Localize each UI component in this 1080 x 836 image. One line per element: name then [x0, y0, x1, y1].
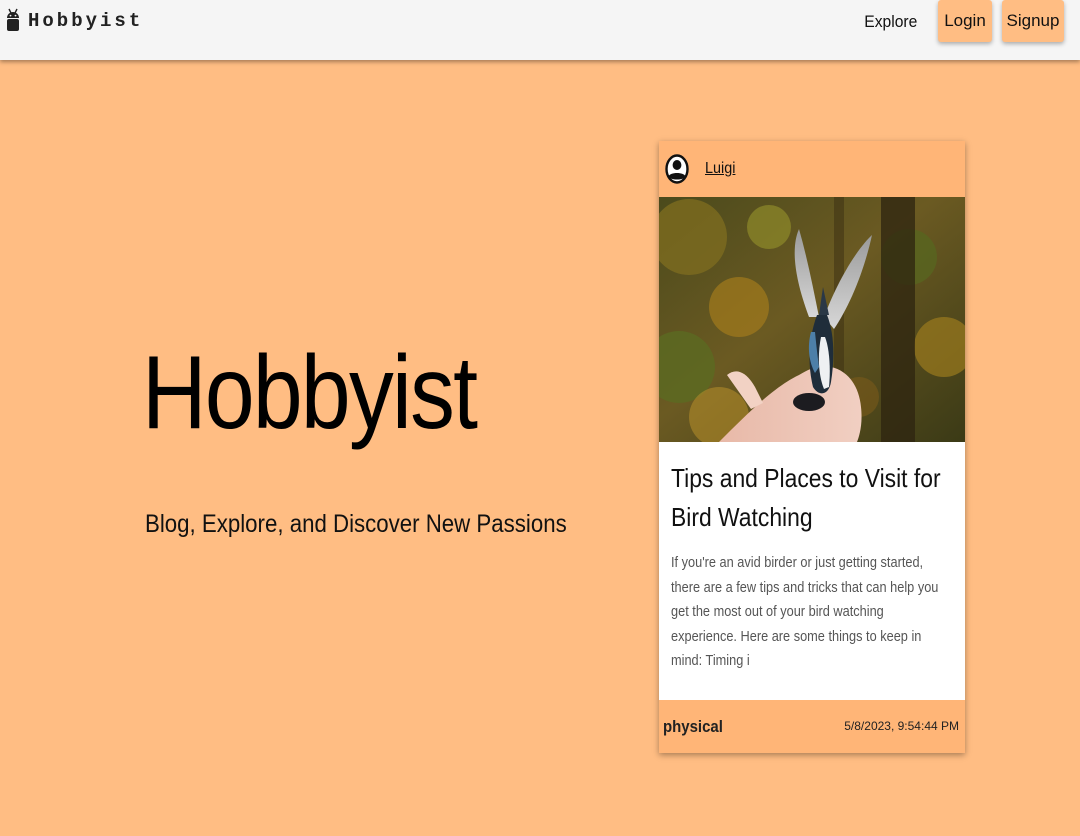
hero-subtitle: Blog, Explore, and Discover New Passions: [145, 510, 567, 538]
brand-name: Hobbyist: [28, 10, 144, 32]
explore-link[interactable]: Explore: [859, 12, 923, 32]
user-circle-icon: [665, 154, 689, 184]
post-date: 5/8/2023, 9:54:44 PM: [844, 719, 959, 733]
brand-link[interactable]: Hobbyist: [6, 6, 143, 36]
hero-title: Hobbyist: [142, 335, 478, 451]
signup-button[interactable]: Signup: [1002, 0, 1064, 42]
author-link[interactable]: Luigi: [705, 160, 735, 178]
card-footer: physical 5/8/2023, 9:54:44 PM: [659, 700, 965, 753]
login-button[interactable]: Login: [938, 0, 992, 42]
navbar: Hobbyist Explore Login Signup: [0, 0, 1080, 60]
nav-links: Explore Login Signup: [856, 0, 1064, 44]
post-excerpt: If you're an avid birder or just getting…: [671, 555, 939, 669]
post-image[interactable]: [659, 197, 965, 442]
post-title[interactable]: Tips and Places to Visit for Bird Watchi…: [671, 459, 953, 537]
blog-post-card[interactable]: Luigi Tips and Places to Visit for Bird …: [659, 141, 965, 753]
android-icon: [7, 8, 19, 31]
card-header: Luigi: [659, 141, 965, 197]
category-tag[interactable]: physical: [663, 717, 723, 737]
